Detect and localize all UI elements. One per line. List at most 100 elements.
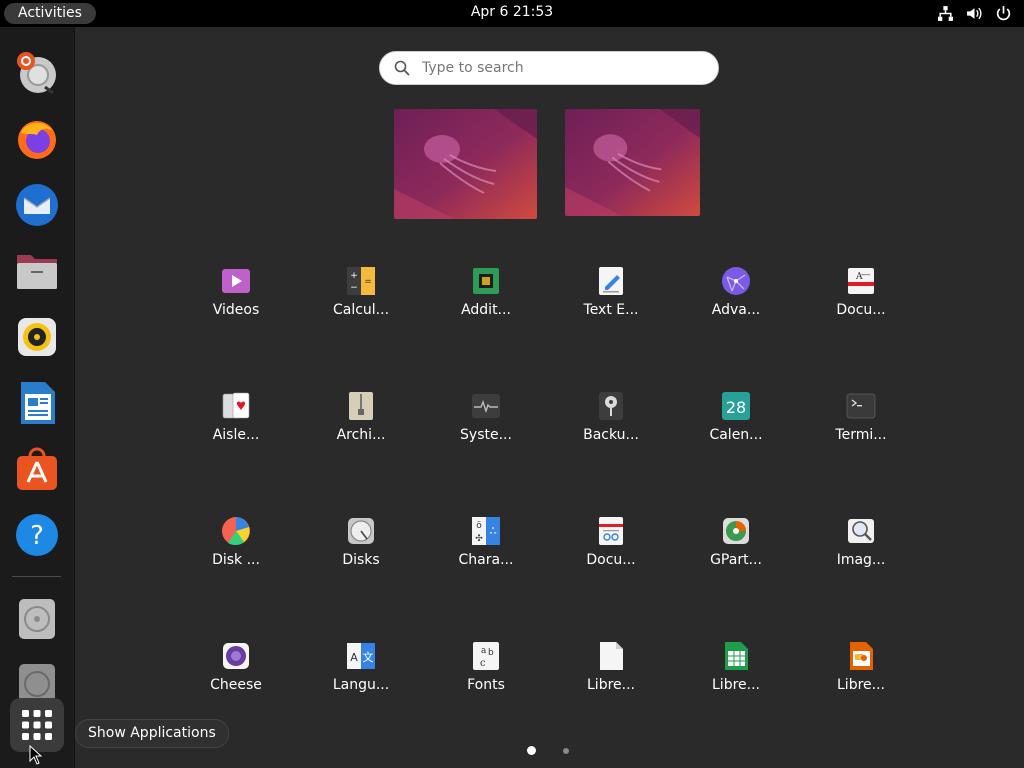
gparted-icon (723, 518, 749, 544)
app-label: Langu... (332, 677, 390, 693)
svg-text:c: c (480, 658, 486, 669)
software-icon (17, 447, 57, 490)
aisleriot-icon (222, 392, 250, 419)
app-document-scanner[interactable]: Docu... (556, 516, 666, 596)
top-bar: Activities Apr 6 21:53 (0, 0, 1024, 27)
svg-text:−: − (350, 283, 358, 293)
app-label: GPart... (710, 552, 762, 568)
app-characters[interactable]: ö ✣ ஃ Chara... (431, 516, 541, 596)
search-input[interactable] (422, 60, 692, 76)
svg-text:文: 文 (363, 650, 374, 664)
app-grid-icon (22, 710, 52, 740)
app-disk-usage[interactable]: Disk ... (181, 516, 291, 596)
wallpaper-jellyfish (394, 109, 537, 219)
firefox-icon (18, 121, 56, 159)
app-language-support[interactable]: A 文 Langu... (306, 641, 416, 721)
svg-text:ö: ö (476, 521, 482, 531)
workspace-thumbnail-2[interactable] (565, 109, 700, 216)
app-label: Termi... (835, 427, 887, 443)
app-terminal[interactable]: Termi... (806, 391, 916, 471)
app-label: Archi... (336, 427, 386, 443)
network-icon[interactable] (937, 5, 954, 22)
app-document-viewer[interactable]: A Docu... (806, 266, 916, 346)
app-videos[interactable]: Videos (181, 266, 291, 346)
text-editor-icon (599, 267, 623, 295)
power-icon[interactable] (995, 5, 1012, 22)
svg-text:A: A (855, 272, 863, 282)
libreoffice-impress-icon (850, 642, 873, 670)
characters-icon: ö ✣ ஃ (472, 517, 500, 545)
system-monitor-icon (472, 394, 500, 418)
fonts-icon: a b c (473, 642, 499, 670)
app-label: Calcul... (332, 302, 390, 318)
document-scanner-icon (599, 517, 623, 545)
app-libreoffice-impress[interactable]: Libre... (806, 641, 916, 721)
app-label: Docu... (836, 302, 886, 318)
svg-text:A: A (350, 651, 358, 664)
thunderbird-icon (16, 184, 58, 226)
app-label: Text E... (583, 302, 639, 318)
search-icon (394, 60, 410, 76)
app-label: Fonts (467, 677, 505, 693)
app-advanced-network[interactable]: Adva... (681, 266, 791, 346)
app-fonts[interactable]: a b c Fonts (431, 641, 541, 721)
libreoffice-icon (600, 642, 623, 670)
dock: ? (0, 27, 75, 768)
document-viewer-icon: A (848, 268, 874, 294)
installer-icon (17, 52, 56, 95)
app-image-viewer[interactable]: Imag... (806, 516, 916, 596)
advanced-network-icon (722, 267, 750, 295)
dock-item-help[interactable]: ? (10, 508, 64, 562)
show-applications-button[interactable] (10, 698, 64, 752)
app-label: Disks (342, 552, 380, 568)
app-aisleriot[interactable]: Aisle... (181, 391, 291, 471)
writer-icon (21, 382, 55, 424)
app-cheese[interactable]: Cheese (181, 641, 291, 721)
app-additional-drivers[interactable]: Addit... (431, 266, 541, 346)
app-label: Chara... (458, 552, 514, 568)
app-gparted[interactable]: GPart... (681, 516, 791, 596)
workspace-thumbnail-1[interactable] (394, 109, 537, 219)
search-bar[interactable] (379, 51, 719, 85)
dock-item-optical-drive[interactable] (10, 592, 64, 646)
backups-icon (599, 392, 623, 420)
dock-item-installer[interactable] (10, 46, 64, 100)
app-backups[interactable]: Backu... (556, 391, 666, 471)
cheese-icon (223, 643, 249, 669)
app-label: Libre... (837, 677, 885, 693)
dock-item-rhythmbox[interactable] (10, 310, 64, 364)
app-text-editor[interactable]: Text E... (556, 266, 666, 346)
calculator-icon: + − = (347, 267, 375, 295)
app-calendar[interactable]: 28 Calen... (681, 391, 791, 471)
app-archive-manager[interactable]: Archi... (306, 391, 416, 471)
page-dot-1[interactable] (527, 746, 536, 755)
volume-icon[interactable] (966, 5, 983, 22)
help-icon: ? (16, 514, 58, 556)
dock-item-writer[interactable] (10, 376, 64, 430)
dock-item-firefox[interactable] (10, 112, 64, 166)
app-disks[interactable]: Disks (306, 516, 416, 596)
dock-item-thunderbird[interactable] (10, 178, 64, 232)
app-system-monitor[interactable]: Syste... (431, 391, 541, 471)
app-label: Aisle... (212, 427, 260, 443)
app-libreoffice[interactable]: Libre... (556, 641, 666, 721)
app-label: Docu... (586, 552, 636, 568)
app-calculator[interactable]: + − = Calcul... (306, 266, 416, 346)
app-label: Disk ... (212, 552, 260, 568)
libreoffice-calc-icon (725, 642, 748, 670)
calendar-icon: 28 (722, 392, 750, 420)
app-label: Cheese (210, 677, 262, 693)
dock-item-files[interactable] (10, 244, 64, 298)
app-label: Videos (212, 302, 260, 318)
svg-text:+: + (350, 271, 358, 281)
clock[interactable]: Apr 6 21:53 (0, 4, 1024, 20)
app-label: Libre... (712, 677, 760, 693)
image-viewer-icon (848, 519, 874, 543)
app-libreoffice-calc[interactable]: Libre... (681, 641, 791, 721)
app-label: Syste... (460, 427, 512, 443)
dock-item-software[interactable] (10, 442, 64, 496)
app-label: Calen... (709, 427, 763, 443)
disc-icon (19, 599, 55, 639)
page-dot-2[interactable] (563, 748, 569, 754)
system-tray[interactable] (937, 5, 1012, 22)
